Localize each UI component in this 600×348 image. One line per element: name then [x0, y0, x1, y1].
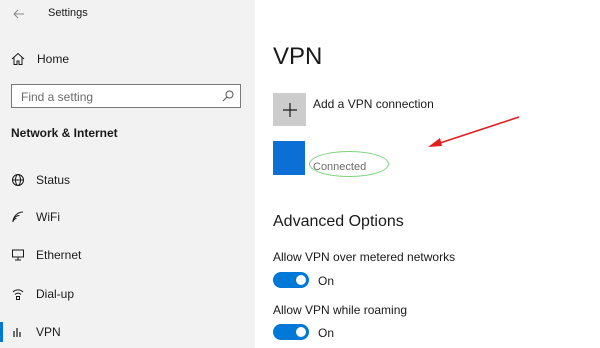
wifi-icon	[10, 209, 26, 225]
sidebar-item-label: Dial-up	[36, 287, 75, 301]
metered-networks-state: On	[318, 274, 335, 288]
sidebar-item-status[interactable]: Status	[0, 166, 255, 194]
metered-networks-label: Allow VPN over metered networks	[273, 250, 456, 264]
vpn-icon	[10, 324, 26, 340]
sidebar-item-home[interactable]: Home	[0, 46, 255, 72]
advanced-options-heading: Advanced Options	[273, 213, 404, 230]
roaming-state: On	[318, 326, 335, 340]
page-title: VPN	[273, 43, 323, 70]
main-content: VPN Add a VPN connection Connected Advan…	[255, 0, 600, 348]
roaming-toggle[interactable]	[273, 324, 309, 340]
search-input[interactable]: Find a setting	[11, 84, 241, 108]
annotation-arrow-icon	[428, 116, 520, 147]
add-vpn-label: Add a VPN connection	[313, 97, 434, 111]
sidebar-item-vpn[interactable]: VPN	[0, 318, 255, 346]
sidebar-item-dialup[interactable]: Dial-up	[0, 280, 255, 308]
back-button[interactable]	[8, 4, 30, 24]
home-label: Home	[37, 52, 70, 66]
sidebar-item-label: Ethernet	[36, 248, 82, 262]
search-placeholder: Find a setting	[21, 90, 94, 104]
vpn-connection-tile	[273, 141, 305, 175]
sidebar-item-label: Status	[36, 173, 71, 187]
back-arrow-icon	[13, 9, 24, 19]
toggle-knob	[296, 327, 306, 337]
title-bar: Settings	[0, 0, 255, 28]
plus-icon	[273, 93, 306, 126]
sidebar-item-label: VPN	[36, 325, 61, 339]
globe-icon	[10, 172, 26, 188]
section-title: Network & Internet	[11, 126, 118, 140]
annotation-ellipse	[309, 151, 389, 177]
metered-networks-toggle[interactable]	[273, 272, 309, 288]
ethernet-icon	[10, 247, 26, 263]
window-title: Settings	[48, 7, 88, 19]
roaming-label: Allow VPN while roaming	[273, 303, 408, 317]
home-icon	[10, 51, 26, 67]
toggle-knob	[296, 275, 306, 285]
search-icon[interactable]	[221, 89, 235, 103]
sidebar: Settings Home Find a setting Network & I…	[0, 0, 255, 348]
selection-indicator	[0, 322, 3, 342]
dialup-icon	[10, 286, 26, 302]
sidebar-item-ethernet[interactable]: Ethernet	[0, 241, 255, 269]
sidebar-item-wifi[interactable]: WiFi	[0, 203, 255, 231]
sidebar-item-label: WiFi	[36, 210, 60, 224]
